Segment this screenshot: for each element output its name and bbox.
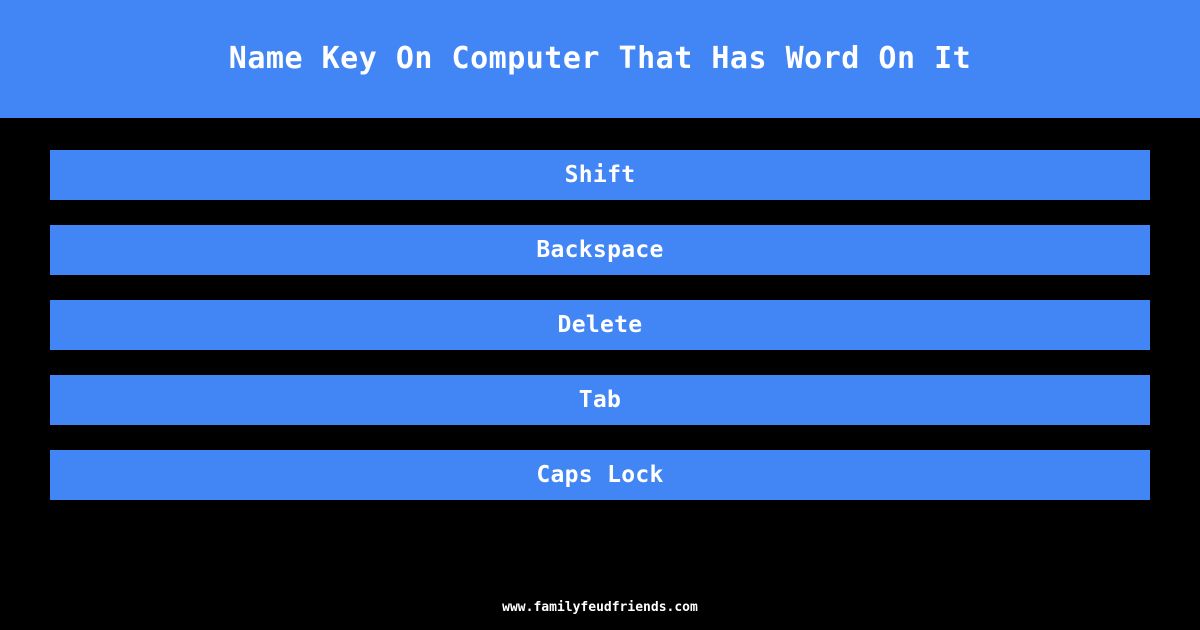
answer-label: Backspace (536, 236, 664, 263)
site-url-label: www.familyfeudfriends.com (502, 600, 698, 615)
footer: www.familyfeudfriends.com (0, 596, 1200, 615)
page-title: Name Key On Computer That Has Word On It (228, 41, 972, 76)
answer-label: Tab (578, 386, 622, 413)
answer-row[interactable]: Backspace (50, 225, 1150, 275)
answer-row[interactable]: Tab (50, 375, 1150, 425)
answer-row[interactable]: Caps Lock (50, 450, 1150, 500)
answer-label: Shift (564, 161, 636, 188)
family-feud-answer-card: Name Key On Computer That Has Word On It… (0, 0, 1200, 630)
answer-label: Delete (557, 311, 643, 338)
answer-label: Caps Lock (536, 461, 664, 488)
answer-row[interactable]: Shift (50, 150, 1150, 200)
answer-list: Shift Backspace Delete Tab Caps Lock (50, 150, 1150, 500)
question-header-banner: Name Key On Computer That Has Word On It (0, 0, 1200, 118)
answer-row[interactable]: Delete (50, 300, 1150, 350)
answers-area: Shift Backspace Delete Tab Caps Lock (0, 118, 1200, 630)
